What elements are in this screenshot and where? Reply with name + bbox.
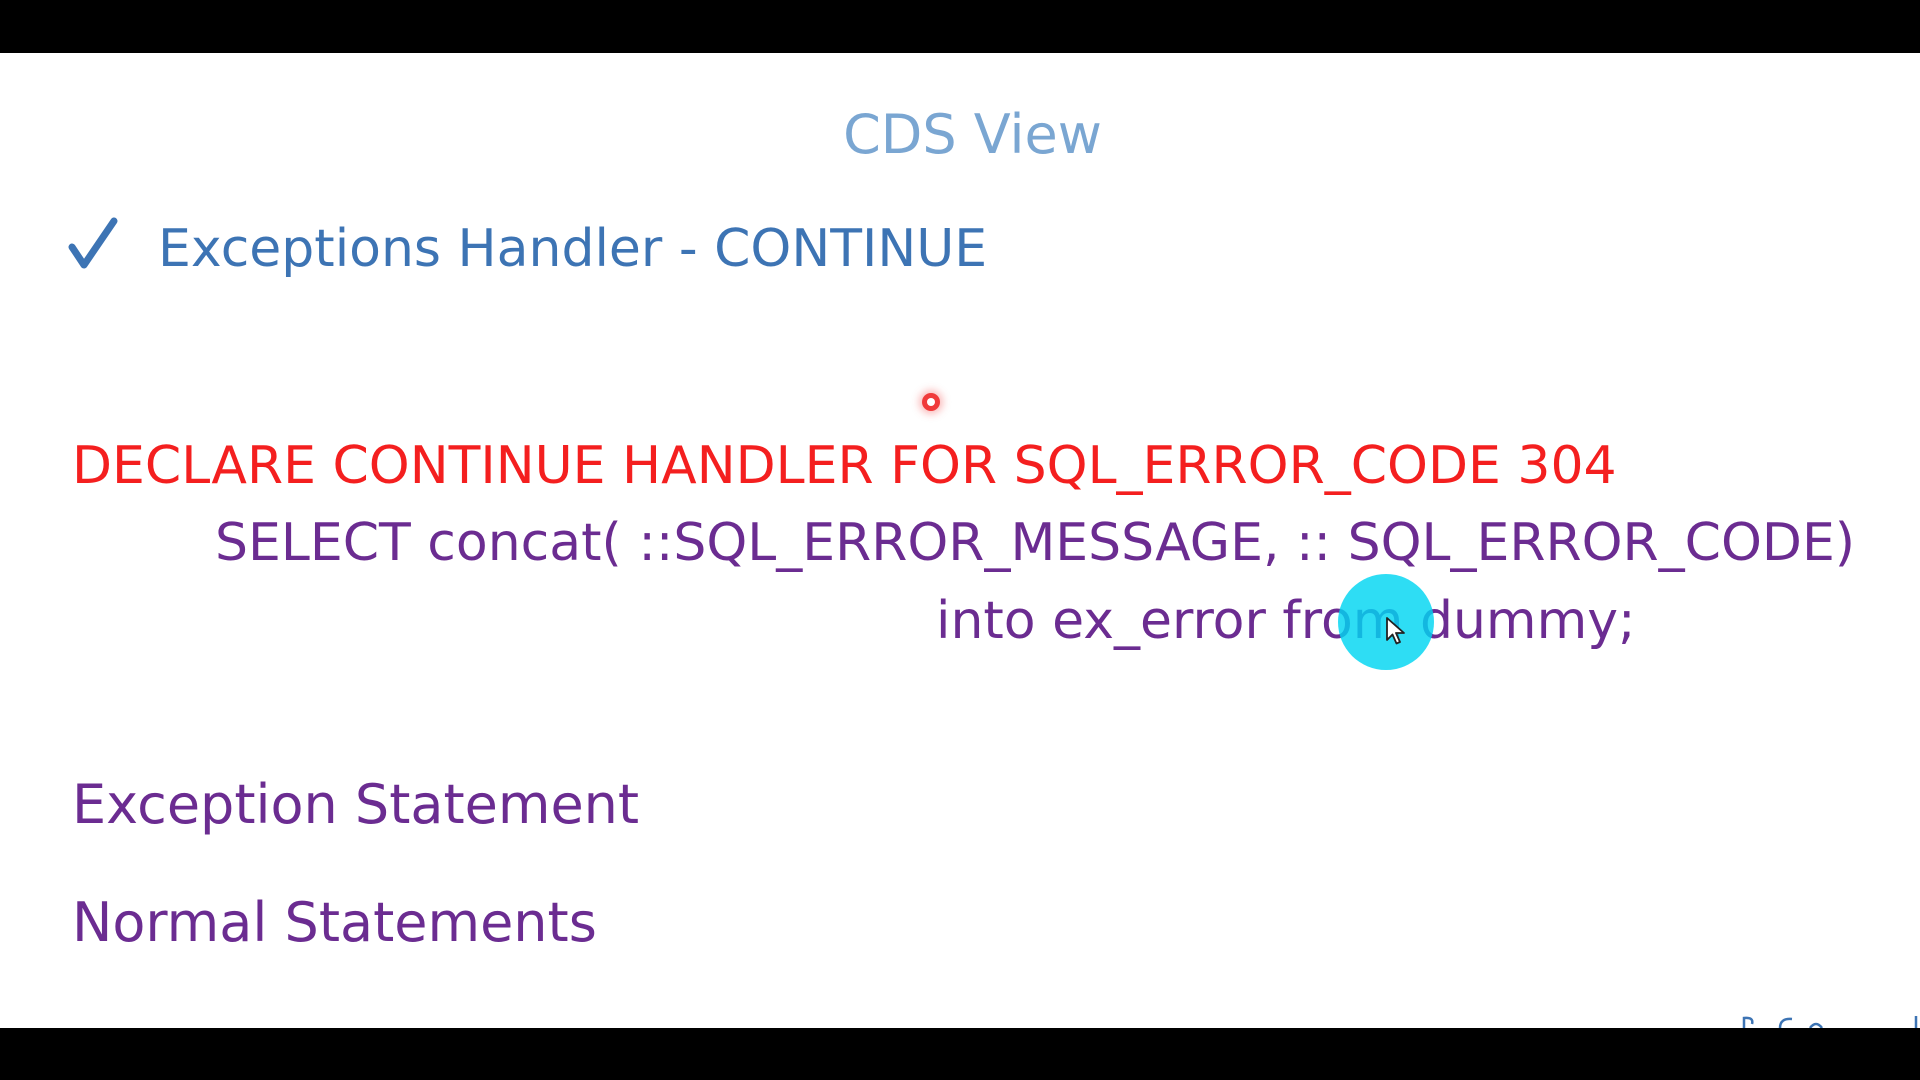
presentation-slide: CDS View Exceptions Handler - CONTINUE D… (0, 53, 1920, 1028)
video-frame: CDS View Exceptions Handler - CONTINUE D… (0, 0, 1920, 1080)
record-indicator-icon (922, 393, 940, 411)
slide-title: CDS View (843, 103, 1102, 166)
checkmark-icon (68, 217, 118, 269)
select-concat-line: SELECT concat( ::SQL_ERROR_MESSAGE, :: S… (215, 513, 1856, 573)
into-dummy-line: into ex_error from dummy; (936, 591, 1636, 651)
bullet-text: Exceptions Handler - CONTINUE (158, 219, 988, 279)
logo-fragment (1742, 1016, 1918, 1028)
declare-handler-line: DECLARE CONTINUE HANDLER FOR SQL_ERROR_C… (72, 436, 1617, 496)
normal-statements-label: Normal Statements (72, 891, 597, 954)
mouse-pointer-icon (1386, 617, 1405, 645)
exception-statement-label: Exception Statement (72, 773, 640, 836)
